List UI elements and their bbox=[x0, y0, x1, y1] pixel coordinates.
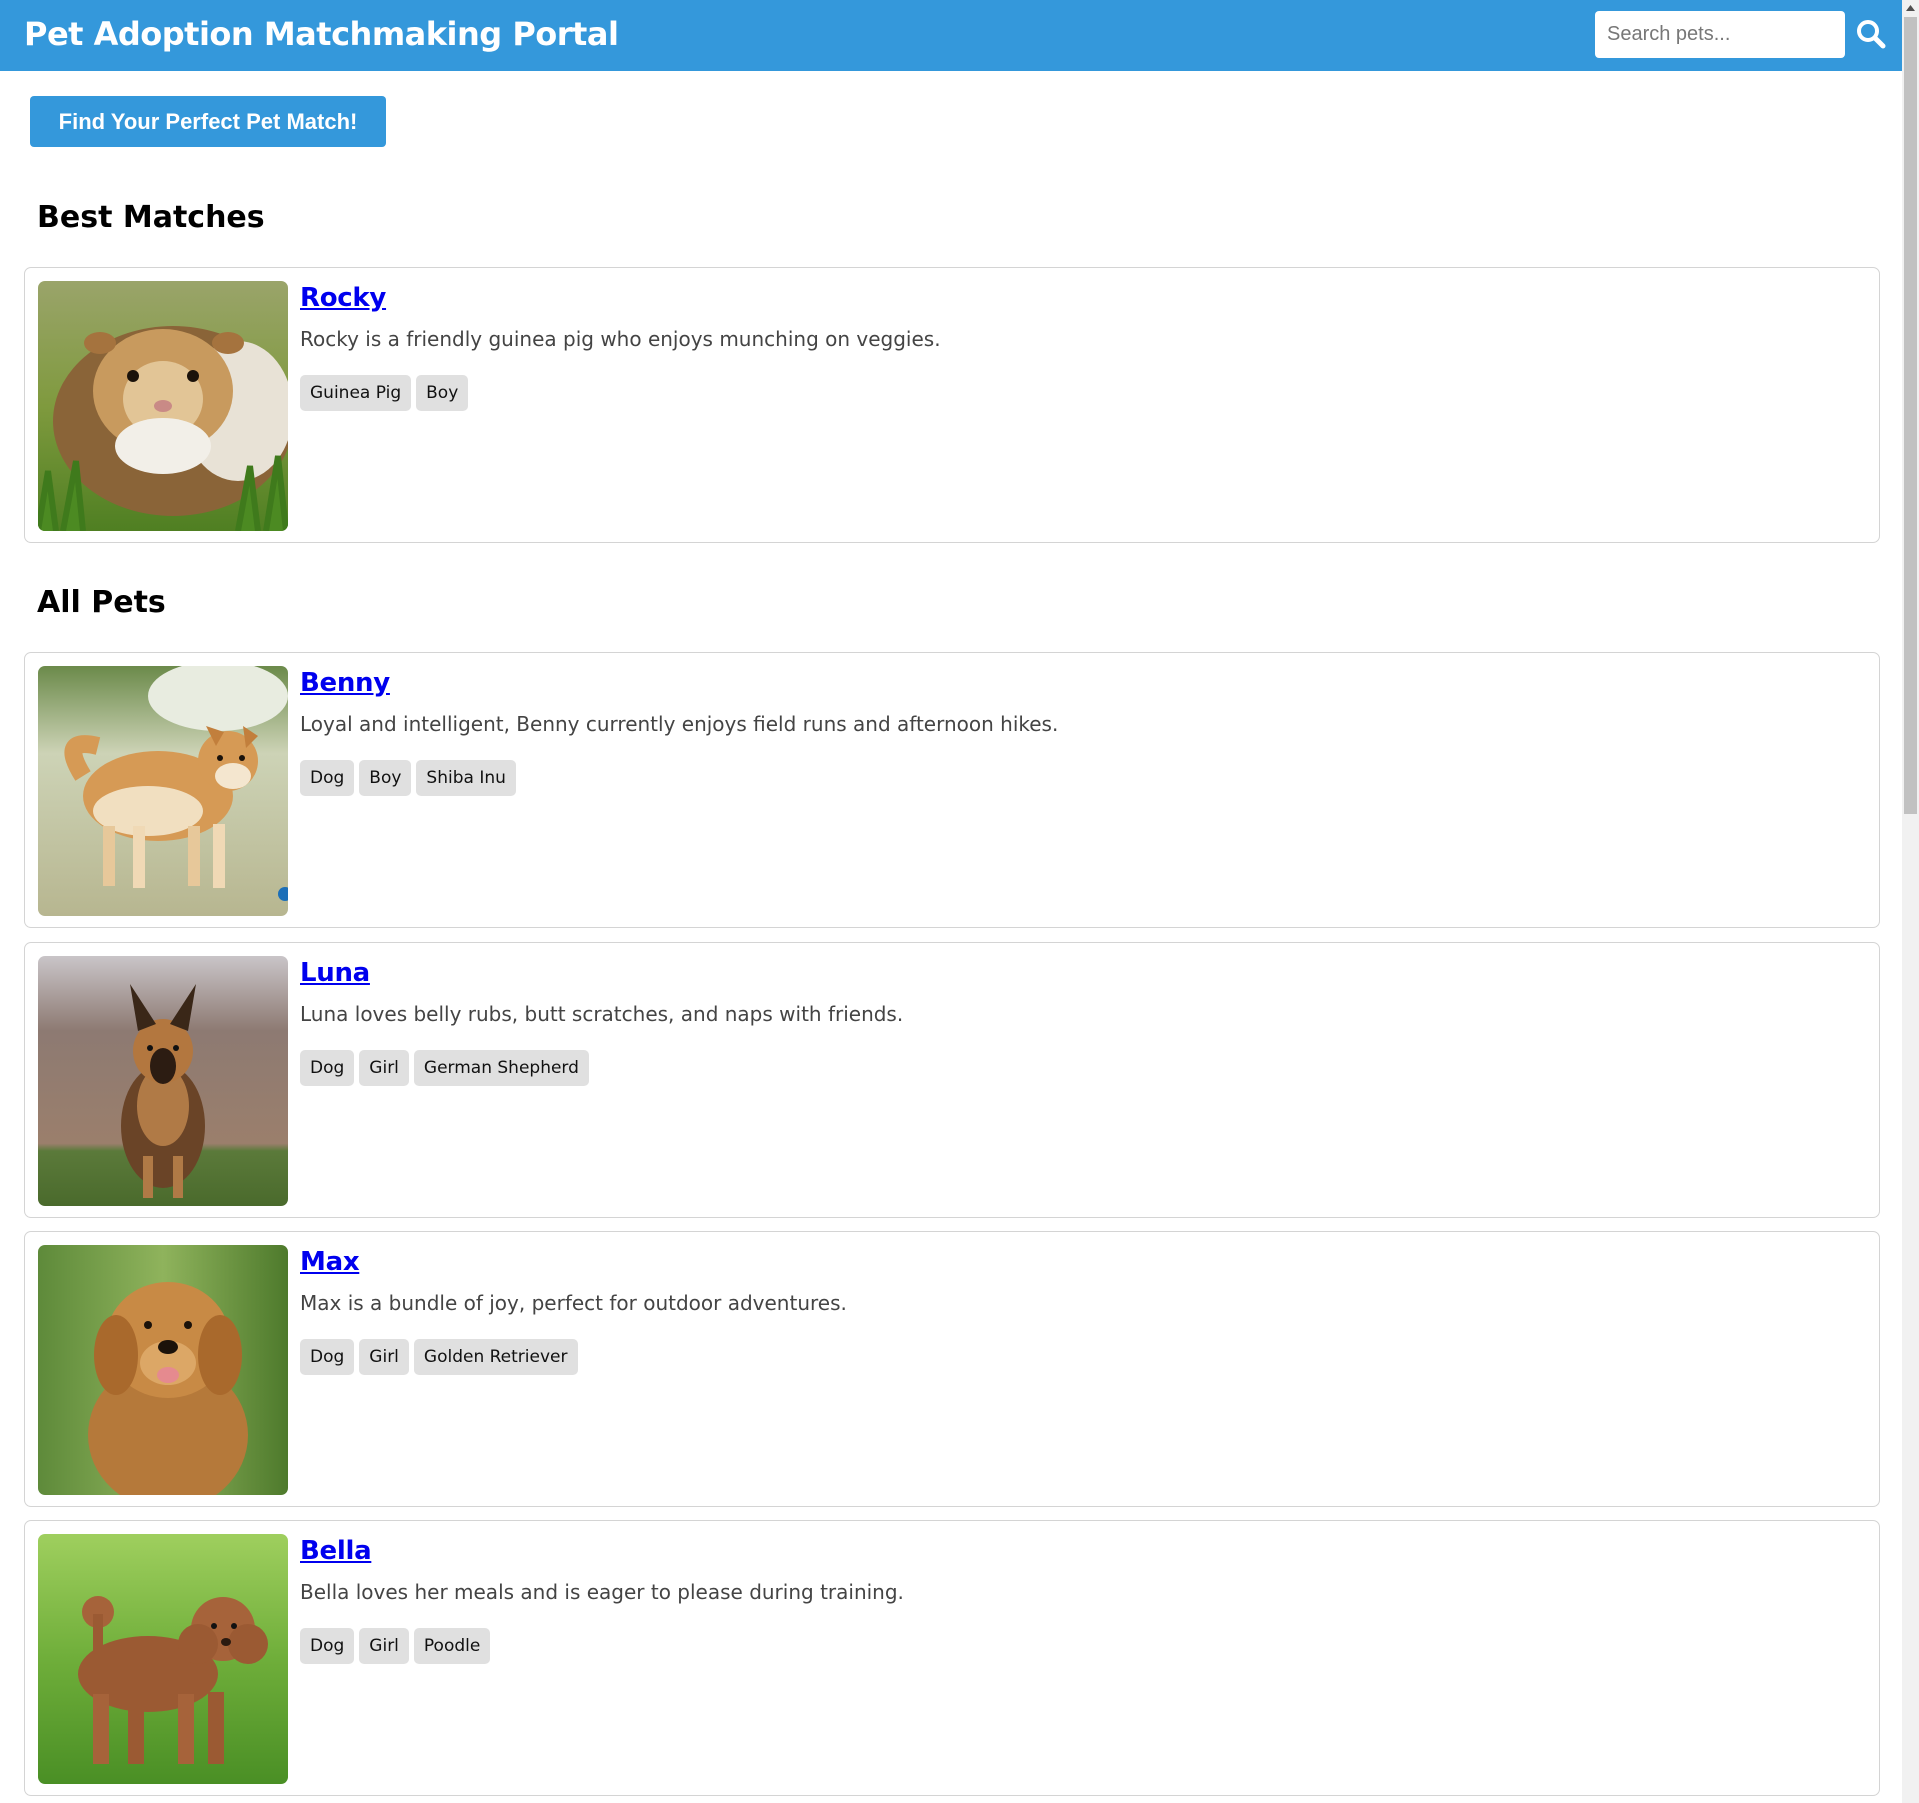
pet-name-link[interactable]: Max bbox=[300, 1246, 360, 1278]
tag-breed: German Shepherd bbox=[413, 1050, 589, 1086]
tag-species: Dog bbox=[300, 1339, 355, 1375]
poodle-photo bbox=[38, 1534, 288, 1784]
tag-species: Dog bbox=[300, 760, 355, 796]
guinea-pig-photo bbox=[38, 281, 288, 531]
best-matches-heading: Best Matches bbox=[37, 200, 265, 235]
tag-breed: Shiba Inu bbox=[416, 760, 516, 796]
scroll-up-arrow-icon[interactable] bbox=[1902, 0, 1919, 17]
pet-tags: Dog Boy Shiba Inu bbox=[300, 760, 516, 796]
pet-card-max: Max Max is a bundle of joy, perfect for … bbox=[24, 1231, 1880, 1507]
pet-card-benny: Benny Loyal and intelligent, Benny curre… bbox=[24, 652, 1880, 928]
pet-description: Bella loves her meals and is eager to pl… bbox=[300, 1580, 904, 1604]
pet-description: Max is a bundle of joy, perfect for outd… bbox=[300, 1291, 847, 1315]
pet-tags: Guinea Pig Boy bbox=[300, 375, 469, 411]
tag-species: Dog bbox=[300, 1628, 355, 1664]
pet-card-bella: Bella Bella loves her meals and is eager… bbox=[24, 1520, 1880, 1796]
search-icon bbox=[1857, 20, 1886, 49]
pet-name-link[interactable]: Luna bbox=[300, 957, 370, 989]
pet-tags: Dog Girl Poodle bbox=[300, 1628, 491, 1664]
find-match-button[interactable]: Find Your Perfect Pet Match! bbox=[30, 96, 386, 147]
pet-name-link[interactable]: Bella bbox=[300, 1535, 372, 1567]
pet-card-rocky: Rocky Rocky is a friendly guinea pig who… bbox=[24, 267, 1880, 543]
search-button[interactable] bbox=[1854, 17, 1888, 51]
tag-gender: Girl bbox=[359, 1050, 409, 1086]
vertical-scrollbar[interactable] bbox=[1902, 0, 1919, 1803]
shiba-inu-photo bbox=[38, 666, 288, 916]
pet-tags: Dog Girl Golden Retriever bbox=[300, 1339, 578, 1375]
app-title: Pet Adoption Matchmaking Portal bbox=[24, 15, 619, 53]
golden-retriever-photo bbox=[38, 1245, 288, 1495]
tag-gender: Boy bbox=[359, 760, 412, 796]
pet-description: Loyal and intelligent, Benny currently e… bbox=[300, 712, 1059, 736]
pet-description: Luna loves belly rubs, butt scratches, a… bbox=[300, 1002, 904, 1026]
pet-description: Rocky is a friendly guinea pig who enjoy… bbox=[300, 327, 941, 351]
top-bar: Pet Adoption Matchmaking Portal bbox=[0, 0, 1902, 71]
pet-name-link[interactable]: Rocky bbox=[300, 282, 386, 314]
tag-breed: Golden Retriever bbox=[413, 1339, 578, 1375]
tag-species: Guinea Pig bbox=[300, 375, 412, 411]
tag-breed: Poodle bbox=[413, 1628, 491, 1664]
german-shepherd-photo bbox=[38, 956, 288, 1206]
all-pets-heading: All Pets bbox=[37, 585, 166, 620]
pet-name-link[interactable]: Benny bbox=[300, 667, 390, 699]
tag-species: Dog bbox=[300, 1050, 355, 1086]
pet-card-luna: Luna Luna loves belly rubs, butt scratch… bbox=[24, 942, 1880, 1218]
page: Pet Adoption Matchmaking Portal Find You… bbox=[0, 0, 1919, 1803]
search-input[interactable] bbox=[1595, 11, 1845, 58]
scrollbar-thumb[interactable] bbox=[1904, 17, 1917, 814]
tag-gender: Girl bbox=[359, 1339, 409, 1375]
tag-gender: Girl bbox=[359, 1628, 409, 1664]
tag-gender: Boy bbox=[416, 375, 469, 411]
pet-tags: Dog Girl German Shepherd bbox=[300, 1050, 589, 1086]
